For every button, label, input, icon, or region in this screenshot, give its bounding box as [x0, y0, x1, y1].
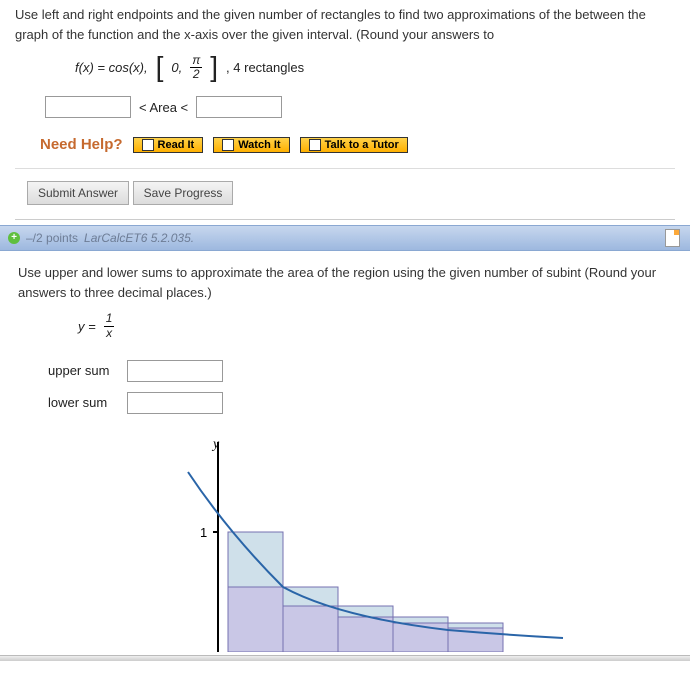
upper-bar-4 [393, 617, 448, 623]
question2-formula: y = 1 x [18, 302, 672, 349]
upper-sum-input[interactable] [127, 360, 223, 382]
question2-text: Use upper and lower sums to approximate … [18, 263, 672, 302]
question1-text: Use left and right endpoints and the giv… [15, 5, 675, 44]
source-label: LarCalcET6 5.2.035. [84, 231, 194, 245]
bracket-left: [ [156, 56, 164, 78]
fx-expression: f(x) = cos(x), [75, 60, 148, 75]
help-row: Need Help? Read It Watch It Talk to a Tu… [15, 128, 675, 169]
question1-formula: f(x) = cos(x), [ 0, π 2 ] , 4 rectangles [15, 44, 675, 91]
expand-icon[interactable]: + [8, 232, 20, 244]
points-label: –/2 points [26, 231, 78, 245]
area-inequality-row: < Area < [15, 91, 675, 128]
upper-bar-5 [448, 623, 503, 628]
submit-answer-button[interactable]: Submit Answer [27, 181, 129, 205]
y-tick-1-label: 1 [200, 525, 207, 540]
talk-to-tutor-button[interactable]: Talk to a Tutor [300, 137, 408, 153]
lower-bar-1 [228, 587, 283, 652]
right-approx-input[interactable] [196, 96, 282, 118]
y-frac: 1 x [104, 312, 115, 339]
question2-header: + –/2 points LarCalcET6 5.2.035. [0, 225, 690, 251]
lower-bar-2 [283, 606, 338, 652]
upper-sum-label: upper sum [40, 356, 117, 386]
y-eq: y = [78, 319, 96, 334]
lower-sum-input[interactable] [127, 392, 223, 414]
interval-hi-frac: π 2 [190, 54, 202, 81]
riemann-chart: y 1 [168, 432, 568, 652]
left-approx-input[interactable] [45, 96, 131, 118]
interval-lo: 0, [171, 60, 182, 75]
upper-bar-2 [283, 587, 338, 606]
footer-divider [0, 655, 690, 661]
need-help-label: Need Help? [40, 136, 123, 153]
watch-it-button[interactable]: Watch It [213, 137, 289, 153]
read-it-button[interactable]: Read It [133, 137, 204, 153]
submit-row: Submit Answer Save Progress [15, 169, 675, 220]
save-progress-button[interactable]: Save Progress [133, 181, 234, 205]
rect-count: , 4 rectangles [226, 60, 304, 75]
chart: y 1 [18, 432, 672, 655]
notes-icon[interactable] [665, 229, 680, 247]
lower-bar-3 [338, 617, 393, 652]
lower-sum-label: lower sum [40, 388, 117, 418]
bracket-right: ] [210, 56, 218, 78]
area-label: < Area < [139, 100, 188, 115]
sum-inputs: upper sum lower sum [38, 354, 233, 420]
